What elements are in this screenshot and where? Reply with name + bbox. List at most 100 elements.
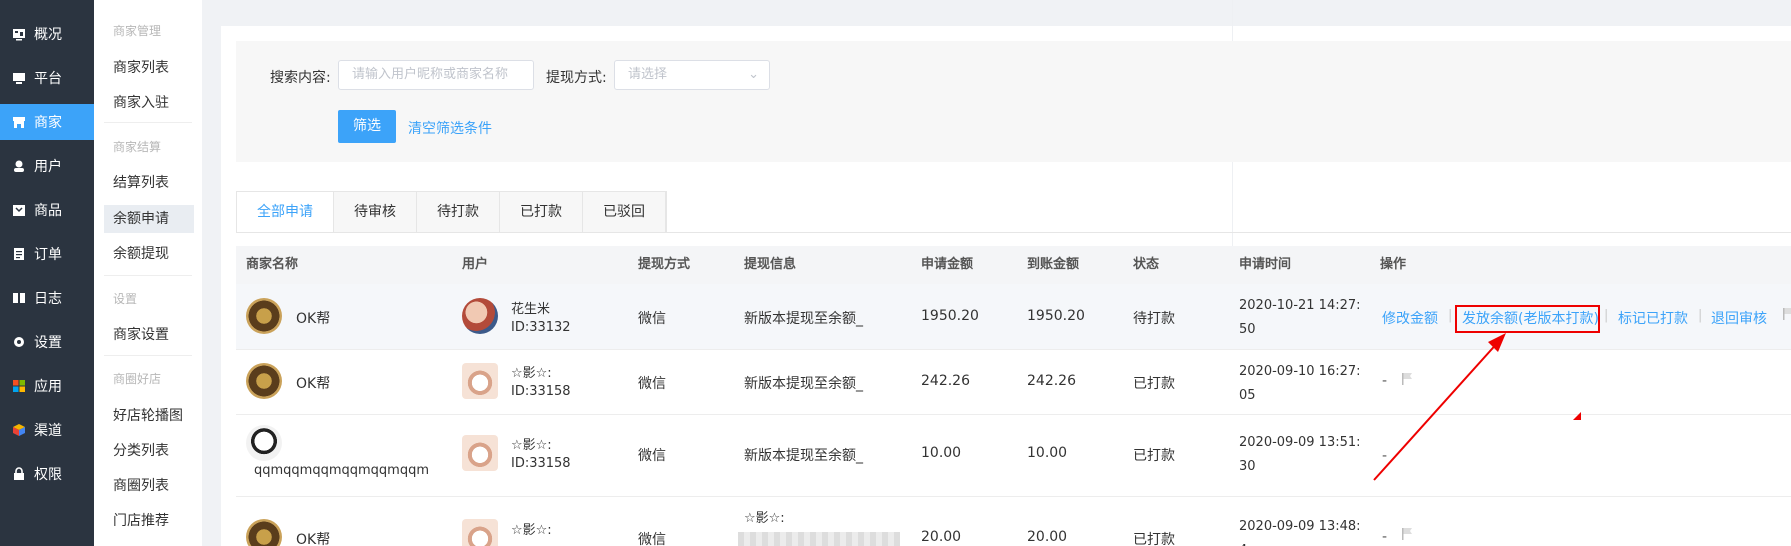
subnav-group-title: 商家结算 [113,140,162,154]
nav-item-permission[interactable]: 权限 [0,456,94,492]
user-avatar [462,435,498,471]
merchant-avatar [246,519,282,546]
separator: | [1604,308,1609,323]
nav-item-merchant[interactable]: 商家 [0,104,94,140]
apply-amount: 242.26 [921,373,970,389]
withdraw-method: 微信 [638,448,666,464]
clear-filters-link[interactable]: 清空筛选条件 [408,118,492,138]
separator: | [1448,308,1453,323]
table-row: OK帮 ☆影☆: 微信 ☆影☆: 20.00 20.00 已打款 2020-09… [236,497,1791,546]
arrive-amount: 20.00 [1027,529,1068,545]
merchant-name: OK帮 [296,311,331,327]
withdraw-method: 微信 [638,532,666,546]
col-merchant: 商家名称 [246,257,299,272]
search-input[interactable]: 请输入用户昵称或商家名称 [338,60,534,90]
flag-icon[interactable] [1400,527,1414,541]
chevron-down-icon: ⌄ [748,67,759,82]
nav-label: 商品 [34,203,62,219]
monitor-icon [12,71,26,85]
tab-rejected[interactable]: 已驳回 [583,192,666,233]
edit-amount-link[interactable]: 修改金额 [1382,308,1438,328]
user-avatar [462,519,498,546]
subnav-item-shop-carousel[interactable]: 好店轮播图 [104,402,194,430]
subnav-item-district-list[interactable]: 商圈列表 [104,472,194,500]
nav-item-log[interactable]: 日志 [0,280,94,316]
tabs-underline [236,232,1791,233]
apply-amount: 10.00 [921,445,962,461]
nav-label: 渠道 [34,423,62,439]
nav-item-platform[interactable]: 平台 [0,60,94,96]
status-text: 待打款 [1133,311,1175,327]
col-actions: 操作 [1380,257,1407,272]
separator: | [1698,308,1703,323]
subnav-item-store-recommend[interactable]: 门店推荐 [104,507,194,535]
nav-item-apps[interactable]: 应用 [0,368,94,404]
subnav-item-balance-apply[interactable]: 余额申请 [104,205,194,233]
tab-pending-payment[interactable]: 待打款 [417,192,500,233]
subnav-group-title: 设置 [113,292,138,306]
nav-item-settings[interactable]: 设置 [0,324,94,360]
blurred-info [738,532,900,546]
subnav-divider [104,355,192,356]
no-action-dash: - [1382,529,1388,545]
user-id: ID:33132 [511,320,571,335]
flag-icon[interactable] [1781,307,1791,321]
sub-sidebar: 商家管理 商家列表 商家入驻 商家结算 结算列表 余额申请 余额提现 设置 商家… [94,0,202,546]
status-text: 已打款 [1133,532,1175,546]
method-select-value: 请选择 [628,67,668,82]
filter-button[interactable]: 筛选 [338,110,396,143]
nav-label: 概况 [34,27,62,43]
main-sidebar: 概况 平台 商家 用户 商品 订单 日志 设置 应用 渠道 权限 [0,0,94,546]
nav-item-user[interactable]: 用户 [0,148,94,184]
nav-label: 平台 [34,71,62,87]
nav-label: 用户 [34,159,62,175]
subnav-group-title: 商圈好店 [113,372,162,386]
nav-label: 订单 [34,247,62,263]
nav-item-goods[interactable]: 商品 [0,192,94,228]
user-id: ID:33158 [511,384,571,399]
col-arrive-amount: 到账金额 [1027,257,1080,272]
arrive-amount: 1950.20 [1027,308,1085,324]
subnav-item-settlement-list[interactable]: 结算列表 [104,169,194,197]
withdraw-info: 新版本提现至余额_ [744,311,863,327]
user-name: 花生米 [511,302,551,317]
user-name: ☆影☆: [511,438,552,453]
subnav-item-merchant-settings[interactable]: 商家设置 [104,321,194,349]
subnav-group-title: 商家管理 [113,24,162,38]
return-review-link[interactable]: 退回审核 [1711,308,1767,328]
order-icon [12,247,26,261]
tab-all[interactable]: 全部申请 [237,192,334,233]
cube-icon [12,423,26,437]
col-info: 提现信息 [744,257,797,272]
col-apply-time: 申请时间 [1239,257,1292,272]
table-header: 商家名称 用户 提现方式 提现信息 申请金额 到账金额 状态 申请时间 操作 [236,246,1791,284]
withdraw-info: 新版本提现至余额_ [744,448,863,464]
nav-item-channel[interactable]: 渠道 [0,412,94,448]
nav-label: 设置 [34,335,62,351]
subnav-divider [104,122,192,123]
arrive-amount: 10.00 [1027,445,1068,461]
method-select[interactable]: 请选择 ⌄ [614,60,770,90]
dashboard-icon [12,27,26,41]
mark-paid-link[interactable]: 标记已打款 [1618,308,1688,328]
subnav-item-merchant-join[interactable]: 商家入驻 [104,89,194,117]
highlight-annotation-box [1455,305,1600,333]
user-id: ID:33158 [511,456,571,471]
merchant-avatar [246,363,282,399]
merchant-name: OK帮 [296,376,331,392]
nav-item-overview[interactable]: 概况 [0,16,94,52]
withdraw-method: 微信 [638,376,666,392]
tab-paid[interactable]: 已打款 [500,192,583,233]
subnav-item-merchant-list[interactable]: 商家列表 [104,54,194,82]
col-status: 状态 [1133,257,1160,272]
nav-label: 日志 [34,291,62,307]
annotation-arrow-icon [1373,333,1506,481]
subnav-item-balance-withdraw[interactable]: 余额提现 [104,240,194,268]
method-label: 提现方式: [546,70,607,86]
tab-pending-review[interactable]: 待审核 [334,192,417,233]
store-icon [12,115,26,129]
nav-item-order[interactable]: 订单 [0,236,94,272]
user-icon [12,159,26,173]
lock-icon [12,467,26,481]
subnav-item-category-list[interactable]: 分类列表 [104,437,194,465]
